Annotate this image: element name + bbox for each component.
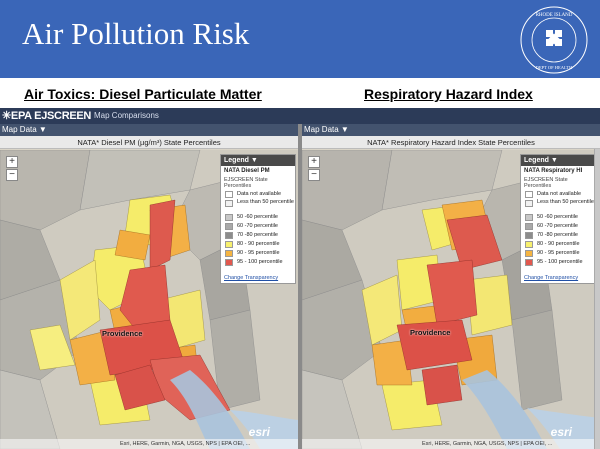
epa-ejscreen-logo[interactable]: ✳EPA EJSCREEN [2,109,91,122]
esri-logo: esri [248,425,270,439]
zoom-out-button[interactable]: − [308,169,320,181]
legend-class: Less than 50 percentile [221,199,295,213]
legend-header[interactable]: Legend ▼ [221,155,295,166]
legend-class: 90 - 95 percentile [521,249,595,258]
respiratory-hazard-heading: Respiratory Hazard Index [364,86,533,102]
legend-class: Data not available [521,190,595,199]
legend-panel: Legend ▼ NATA Respiratory HI EJSCREEN St… [520,154,596,284]
legend-class: 50 -60 percentile [221,213,295,222]
zoom-out-button[interactable]: − [6,169,18,181]
slide-title-bar: Air Pollution Risk RHODE ISLAND DEPT OF … [0,0,600,78]
legend-class: 80 - 90 percentile [521,240,595,249]
legend-class: 50 -60 percentile [521,213,595,222]
zoom-in-button[interactable]: + [6,156,18,168]
map-title: NATA* Respiratory Hazard Index State Per… [302,136,600,149]
esri-logo: esri [550,425,572,439]
diesel-pm-map-panel: Map Data ▼ NATA* Diesel PM (µg/m³) State… [0,124,298,449]
legend-layer-name: NATA Respiratory HI [524,168,583,174]
zoom-controls: + − [308,156,320,182]
providence-label: Providence [102,329,143,338]
providence-label: Providence [410,328,451,337]
map-attribution: Esri, HERE, Garmin, NGA, USGS, NPS | EPA… [0,439,298,449]
map-title: NATA* Diesel PM (µg/m³) State Percentile… [0,136,298,149]
ejscreen-header-bar: ✳EPA EJSCREEN Map Comparisons [0,108,600,124]
legend-caption: EJSCREEN State Percentiles [224,177,268,189]
legend-caption: EJSCREEN State Percentiles [524,177,568,189]
legend-panel: Legend ▼ NATA Diesel PM EJSCREEN State P… [220,154,296,284]
svg-text:DEPT OF HEALTH: DEPT OF HEALTH [536,65,574,70]
legend-class: 80 - 90 percentile [221,240,295,249]
change-transparency-link[interactable]: Change Transparency [521,267,595,281]
legend-class: 70 -80 percentile [521,231,595,240]
zoom-in-button[interactable]: + [308,156,320,168]
slide-title: Air Pollution Risk [22,16,250,51]
zoom-controls: + − [6,156,18,182]
legend-layer-name: NATA Diesel PM [224,168,270,174]
map-data-dropdown[interactable]: Map Data ▼ [0,124,298,136]
rhode-island-health-seal-logo: RHODE ISLAND DEPT OF HEALTH [520,6,588,74]
legend-class: Less than 50 percentile [521,199,595,213]
change-transparency-link[interactable]: Change Transparency [221,267,295,281]
legend-class: 95 - 100 percentile [221,258,295,267]
legend-header[interactable]: Legend ▼ [521,155,595,166]
legend-class: 95 - 100 percentile [521,258,595,267]
map-comparisons-label: Map Comparisons [94,111,159,120]
respiratory-hazard-map-panel: Map Data ▼ NATA* Respiratory Hazard Inde… [302,124,600,449]
scrollbar[interactable] [594,149,600,449]
legend-class: 70 -80 percentile [221,231,295,240]
legend-class: Data not available [221,190,295,199]
svg-text:RHODE ISLAND: RHODE ISLAND [536,13,573,18]
map-attribution: Esri, HERE, Garmin, NGA, USGS, NPS | EPA… [302,439,600,449]
legend-class: 90 - 95 percentile [221,249,295,258]
diesel-pm-heading: Air Toxics: Diesel Particulate Matter [24,86,262,102]
legend-class: 60 -70 percentile [221,222,295,231]
legend-class: 60 -70 percentile [521,222,595,231]
map-data-dropdown[interactable]: Map Data ▼ [302,124,600,136]
